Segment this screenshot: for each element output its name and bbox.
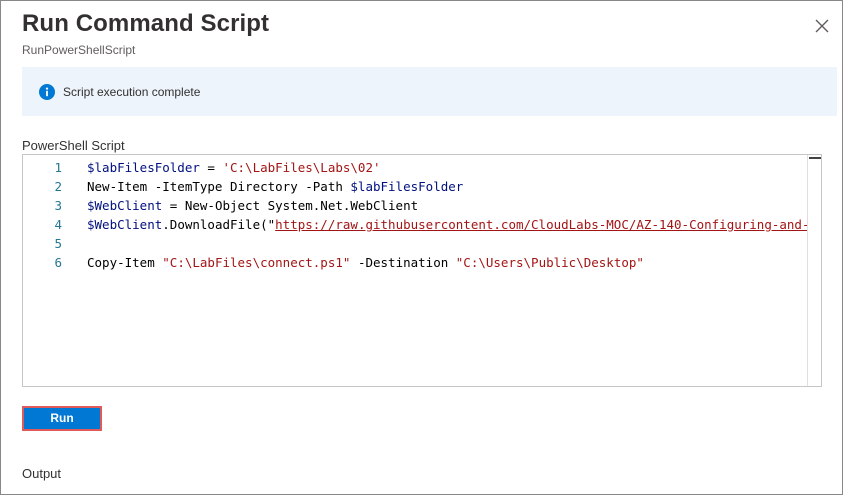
code-token: .DownloadFile(" (162, 217, 276, 232)
panel-title: Run Command Script (22, 10, 270, 37)
code-token: "C:\LabFiles\connect.ps1" (162, 255, 351, 270)
line-number: 2 (54, 179, 62, 194)
status-message: Script execution complete (63, 85, 201, 99)
code-lines[interactable]: 1 $labFilesFolder = 'C:\LabFiles\Labs\02'… (23, 158, 809, 272)
scrollbar-marker (809, 157, 821, 159)
script-editor[interactable]: 1 $labFilesFolder = 'C:\LabFiles\Labs\02'… (22, 154, 822, 387)
script-label: PowerShell Script (22, 138, 125, 153)
code-token: -Destination (350, 255, 456, 270)
code-line[interactable]: 6 Copy-Item "C:\LabFiles\connect.ps1" -De… (23, 253, 808, 272)
code-line[interactable]: 2 New-Item -ItemType Directory -Path $lab… (23, 177, 808, 196)
run-button[interactable]: Run (22, 406, 102, 431)
code-token: Copy-Item (87, 255, 163, 270)
output-label: Output (22, 466, 62, 481)
panel-subtitle: RunPowerShellScript (22, 43, 136, 57)
code-line[interactable]: 4 $WebClient.DownloadFile("https://raw.gi… (23, 215, 809, 234)
line-number: 3 (54, 198, 62, 213)
code-text: New-Item -ItemType Directory -Path $labF… (87, 177, 463, 196)
line-number: 6 (54, 255, 62, 270)
code-token: = (199, 160, 223, 175)
code-text: Copy-Item "C:\LabFiles\connect.ps1" -Des… (87, 253, 644, 272)
code-text: $WebClient.DownloadFile("https://raw.git… (87, 215, 809, 234)
status-banner: Script execution complete (22, 67, 837, 116)
line-number: 1 (54, 160, 62, 175)
code-token: $WebClient (87, 217, 163, 232)
code-token: $labFilesFolder (350, 179, 464, 194)
code-link[interactable]: https://raw.githubusercontent.com/CloudL… (275, 217, 809, 232)
line-number: 4 (54, 217, 62, 232)
code-text: $WebClient = New-Object System.Net.WebCl… (87, 196, 418, 215)
code-line[interactable]: 1 $labFilesFolder = 'C:\LabFiles\Labs\02' (23, 158, 808, 177)
code-token: $WebClient (87, 198, 163, 213)
code-token: "C:\Users\Public\Desktop" (455, 255, 644, 270)
code-token: = New-Object System.Net.WebClient (162, 198, 419, 213)
code-line[interactable]: 5 (23, 234, 808, 253)
info-icon (39, 84, 55, 100)
code-token: 'C:\LabFiles\Labs\02' (222, 160, 381, 175)
code-line[interactable]: 3 $WebClient = New-Object System.Net.WebC… (23, 196, 808, 215)
code-text: $labFilesFolder = 'C:\LabFiles\Labs\02' (87, 158, 381, 177)
run-command-panel: Run Command Script RunPowerShellScript S… (0, 0, 843, 495)
editor-scrollbar[interactable] (807, 155, 821, 386)
close-icon[interactable] (811, 15, 833, 37)
code-token: $labFilesFolder (87, 160, 200, 175)
line-number: 5 (54, 236, 62, 251)
code-token: New-Item -ItemType Directory -Path (87, 179, 351, 194)
